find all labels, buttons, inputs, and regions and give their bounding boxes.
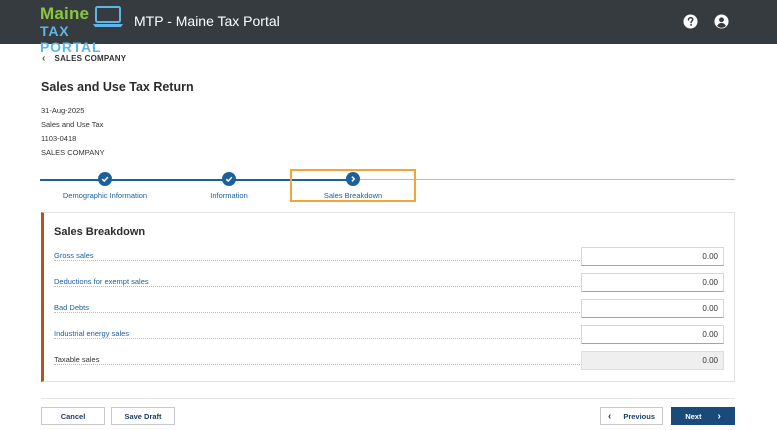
bad-debts-input[interactable]: [581, 299, 724, 318]
page-title: Sales and Use Tax Return: [41, 80, 194, 94]
row-leader-dots: [54, 260, 584, 261]
industrial-energy-sales-label: Industrial energy sales: [54, 329, 136, 338]
save-draft-button[interactable]: Save Draft: [111, 407, 175, 425]
step-3-label[interactable]: Sales Breakdown: [324, 191, 382, 200]
meta-account-id: 1103-0418: [41, 134, 77, 143]
row-leader-dots: [54, 312, 584, 313]
chevron-right-icon: [351, 176, 356, 182]
laptop-icon: [93, 6, 123, 27]
back-link[interactable]: ‹ SALES COMPANY: [42, 53, 126, 64]
gross-sales-input[interactable]: [581, 247, 724, 266]
meta-tax-type: Sales and Use Tax: [41, 120, 104, 129]
back-link-label: SALES COMPANY: [54, 54, 127, 63]
step-3-current-marker[interactable]: [346, 172, 360, 186]
help-icon[interactable]: [683, 14, 698, 29]
row-gross-sales: Gross sales: [54, 247, 734, 267]
row-taxable-sales: Taxable sales: [54, 351, 734, 371]
step-1-label[interactable]: Demographic Information: [63, 191, 147, 200]
meta-date: 31-Aug-2025: [41, 106, 85, 115]
section-title: Sales Breakdown: [54, 226, 146, 238]
user-icon[interactable]: [714, 14, 729, 29]
check-icon: [225, 176, 233, 183]
step-2-complete-marker[interactable]: [222, 172, 236, 186]
step-1-complete-marker[interactable]: [98, 172, 112, 186]
logo-line1: Maine: [40, 4, 90, 23]
chevron-left-icon: ‹: [607, 410, 612, 422]
previous-button-label: Previous: [623, 411, 656, 421]
gross-sales-label: Gross sales: [54, 251, 100, 260]
app-title: MTP - Maine Tax Portal: [134, 13, 280, 29]
sales-breakdown-panel: Sales Breakdown Gross sales Deductions f…: [41, 212, 735, 382]
next-button-label: Next: [685, 411, 702, 421]
maine-tax-portal-logo[interactable]: Maine TAX PORTAL: [40, 4, 126, 55]
taxable-sales-label: Taxable sales: [54, 355, 106, 364]
row-leader-dots: [54, 286, 584, 287]
taxable-sales-readonly-field: [581, 351, 724, 370]
row-deductions-exempt-sales: Deductions for exempt sales: [54, 273, 734, 293]
deductions-exempt-sales-input[interactable]: [581, 273, 724, 292]
chevron-right-icon: ›: [717, 410, 721, 422]
previous-button[interactable]: ‹ Previous: [600, 407, 663, 425]
footer-divider: [41, 398, 735, 399]
cancel-button[interactable]: Cancel: [41, 407, 105, 425]
bad-debts-label: Bad Debts: [54, 303, 96, 312]
row-leader-dots: [54, 364, 584, 365]
check-icon: [101, 176, 109, 183]
top-bar: Maine TAX PORTAL MTP - Maine Tax Portal: [0, 0, 777, 55]
row-industrial-energy-sales: Industrial energy sales: [54, 325, 734, 345]
row-bad-debts: Bad Debts: [54, 299, 734, 319]
deductions-exempt-sales-label: Deductions for exempt sales: [54, 277, 155, 286]
step-2-label[interactable]: Information: [210, 191, 248, 200]
row-leader-dots: [54, 338, 584, 339]
meta-company: SALES COMPANY: [41, 148, 105, 157]
industrial-energy-sales-input[interactable]: [581, 325, 724, 344]
progress-stepper: Demographic Information Information Sale…: [40, 165, 735, 205]
chevron-left-icon: ‹: [42, 53, 46, 64]
next-button[interactable]: Next ›: [671, 407, 735, 425]
